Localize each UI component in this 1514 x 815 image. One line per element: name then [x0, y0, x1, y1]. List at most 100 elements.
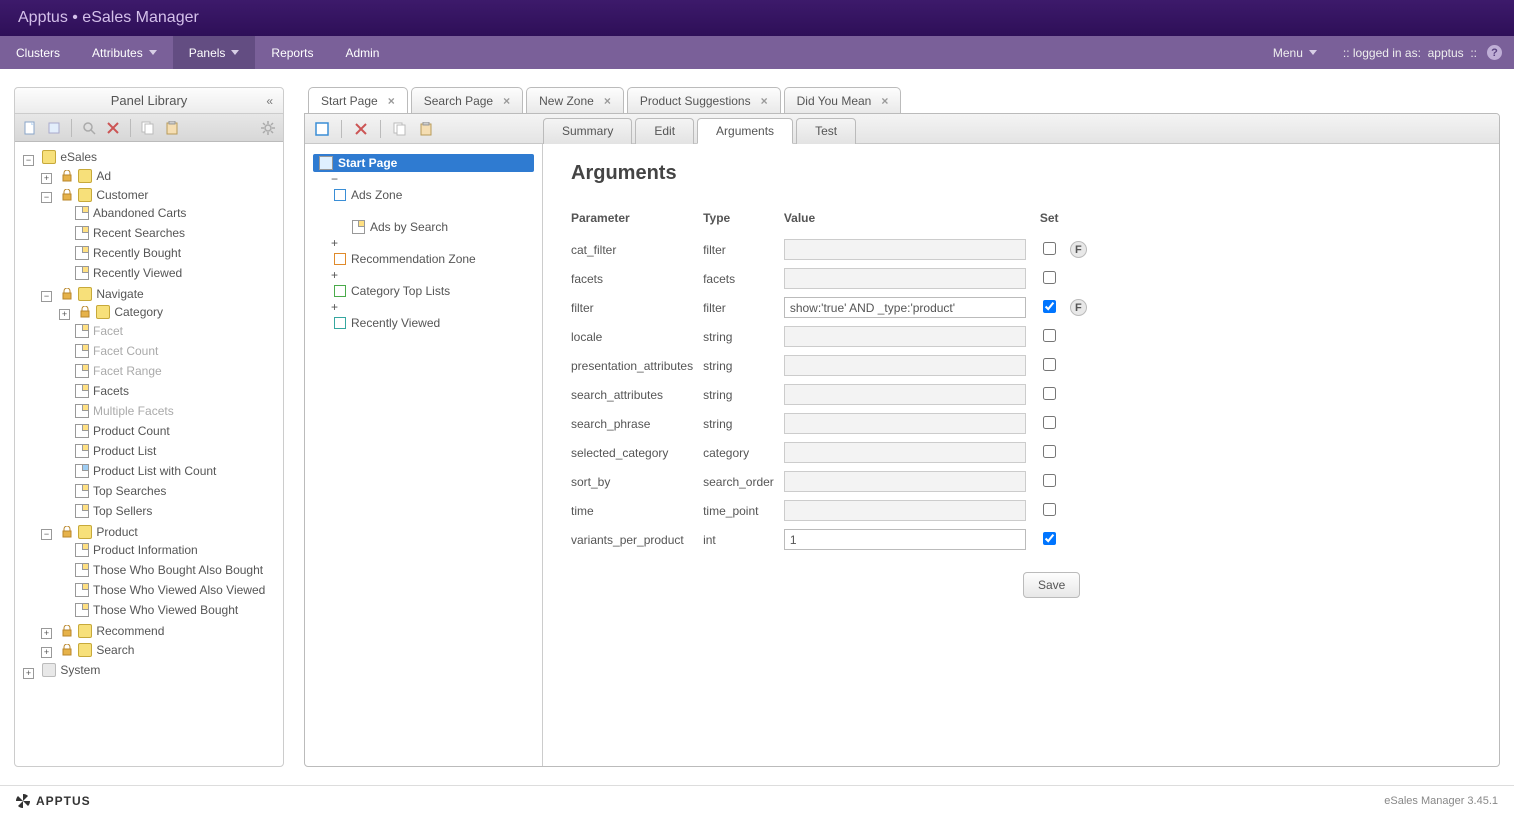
- copy-icon[interactable]: [139, 119, 157, 137]
- filter-badge-icon[interactable]: F: [1070, 241, 1087, 258]
- expand-toggle[interactable]: +: [59, 309, 70, 320]
- expand-toggle[interactable]: −: [41, 192, 52, 203]
- expand-toggle[interactable]: −: [41, 291, 52, 302]
- tree-category[interactable]: Category: [76, 304, 165, 320]
- expand-toggle[interactable]: +: [331, 268, 338, 282]
- subtab-test[interactable]: Test: [796, 118, 856, 144]
- paste-icon[interactable]: [163, 119, 181, 137]
- navtree-category-top-lists[interactable]: Category Top Lists: [331, 282, 534, 300]
- navtree-recommendation-zone[interactable]: Recommendation Zone: [331, 250, 534, 268]
- menu-panels[interactable]: Panels: [173, 36, 256, 69]
- close-icon[interactable]: ×: [881, 94, 888, 108]
- expand-toggle[interactable]: −: [23, 155, 34, 166]
- subtab-summary[interactable]: Summary: [543, 118, 632, 144]
- close-icon[interactable]: ×: [503, 94, 510, 108]
- navtree-ads-by-search[interactable]: Ads by Search: [349, 218, 534, 236]
- subtab-arguments[interactable]: Arguments: [697, 118, 793, 144]
- tree-search[interactable]: Search: [58, 642, 136, 658]
- tree-item[interactable]: Those Who Bought Also Bought: [73, 562, 265, 578]
- tree-item[interactable]: Facets: [73, 383, 131, 399]
- arg-value-input[interactable]: [784, 500, 1026, 521]
- collapse-icon[interactable]: «: [266, 94, 273, 108]
- arg-set-checkbox[interactable]: [1043, 329, 1056, 342]
- subtab-edit[interactable]: Edit: [635, 118, 694, 144]
- arg-set-checkbox[interactable]: [1043, 300, 1056, 313]
- tree-item[interactable]: Top Searches: [73, 483, 168, 499]
- arg-value-input[interactable]: [784, 471, 1026, 492]
- tree-item[interactable]: Those Who Viewed Also Viewed: [73, 582, 267, 598]
- expand-toggle[interactable]: +: [23, 668, 34, 679]
- arg-set-checkbox[interactable]: [1043, 387, 1056, 400]
- delete-icon[interactable]: [352, 120, 370, 138]
- arg-set-checkbox[interactable]: [1043, 416, 1056, 429]
- arg-value-input[interactable]: [784, 413, 1026, 434]
- tree-item[interactable]: Those Who Viewed Bought: [73, 602, 240, 618]
- menu-clusters[interactable]: Clusters: [0, 36, 76, 69]
- tab-product-suggestions[interactable]: Product Suggestions×: [627, 87, 781, 113]
- tree-item[interactable]: Facet: [73, 323, 125, 339]
- expand-toggle[interactable]: +: [41, 647, 52, 658]
- arg-set-checkbox[interactable]: [1043, 445, 1056, 458]
- arg-set-checkbox[interactable]: [1043, 474, 1056, 487]
- arg-set-checkbox[interactable]: [1043, 532, 1056, 545]
- tree-item[interactable]: Top Sellers: [73, 503, 154, 519]
- expand-toggle[interactable]: +: [331, 236, 338, 250]
- help-icon[interactable]: ?: [1487, 45, 1502, 60]
- tree-item[interactable]: Facet Range: [73, 363, 164, 379]
- tree-item[interactable]: Recently Viewed: [73, 265, 184, 281]
- new-doc-icon[interactable]: [21, 119, 39, 137]
- tree-item[interactable]: Multiple Facets: [73, 403, 176, 419]
- arg-value-input[interactable]: [784, 268, 1026, 289]
- close-icon[interactable]: ×: [604, 94, 611, 108]
- expand-toggle[interactable]: +: [331, 300, 338, 314]
- arg-set-checkbox[interactable]: [1043, 358, 1056, 371]
- navtree-start-page[interactable]: Start Page: [313, 154, 534, 172]
- expand-toggle[interactable]: +: [41, 628, 52, 639]
- tab-search-page[interactable]: Search Page×: [411, 87, 523, 113]
- arg-set-checkbox[interactable]: [1043, 242, 1056, 255]
- tab-new-zone[interactable]: New Zone×: [526, 87, 624, 113]
- delete-icon[interactable]: [104, 119, 122, 137]
- navtree-recently-viewed[interactable]: Recently Viewed: [331, 314, 534, 332]
- menu-dropdown[interactable]: Menu: [1257, 46, 1333, 60]
- save-button[interactable]: Save: [1023, 572, 1080, 598]
- tree-item[interactable]: Product List: [73, 443, 158, 459]
- new-zone-icon[interactable]: [313, 120, 331, 138]
- arg-value-input[interactable]: [784, 384, 1026, 405]
- arg-value-input[interactable]: [784, 355, 1026, 376]
- expand-toggle[interactable]: −: [41, 529, 52, 540]
- navtree-ads-zone[interactable]: Ads Zone: [331, 186, 534, 204]
- tree-navigate[interactable]: Navigate: [58, 286, 145, 302]
- panel-tree[interactable]: − eSales + Ad: [15, 142, 283, 766]
- tree-customer[interactable]: Customer: [58, 187, 150, 203]
- filter-badge-icon[interactable]: F: [1070, 299, 1087, 316]
- tab-did-you-mean[interactable]: Did You Mean×: [784, 87, 902, 113]
- tab-start-page[interactable]: Start Page×: [308, 87, 408, 113]
- menu-attributes[interactable]: Attributes: [76, 36, 173, 69]
- arg-value-input[interactable]: [784, 529, 1026, 550]
- tree-item[interactable]: Recent Searches: [73, 225, 187, 241]
- menu-reports[interactable]: Reports: [255, 36, 329, 69]
- arg-value-input[interactable]: [784, 239, 1026, 260]
- arg-set-checkbox[interactable]: [1043, 271, 1056, 284]
- expand-toggle[interactable]: −: [331, 172, 338, 186]
- tree-ad[interactable]: Ad: [58, 168, 113, 184]
- arg-set-checkbox[interactable]: [1043, 503, 1056, 516]
- search-icon[interactable]: [80, 119, 98, 137]
- tree-item[interactable]: Product Information: [73, 542, 200, 558]
- tree-item[interactable]: Product Count: [73, 423, 172, 439]
- close-icon[interactable]: ×: [761, 94, 768, 108]
- new-zone-icon[interactable]: [45, 119, 63, 137]
- tree-item[interactable]: Product List with Count: [73, 463, 218, 479]
- tree-product[interactable]: Product: [58, 524, 139, 540]
- arg-value-input[interactable]: [784, 326, 1026, 347]
- tree-system[interactable]: System: [40, 662, 102, 678]
- nav-tree-pane[interactable]: Start Page − Ads Zone: [305, 144, 543, 766]
- paste-icon[interactable]: [417, 120, 435, 138]
- tree-item[interactable]: Abandoned Carts: [73, 205, 188, 221]
- arg-value-input[interactable]: [784, 442, 1026, 463]
- gear-icon[interactable]: [259, 119, 277, 137]
- tree-esales[interactable]: eSales: [40, 149, 99, 165]
- expand-toggle[interactable]: +: [41, 173, 52, 184]
- copy-icon[interactable]: [391, 120, 409, 138]
